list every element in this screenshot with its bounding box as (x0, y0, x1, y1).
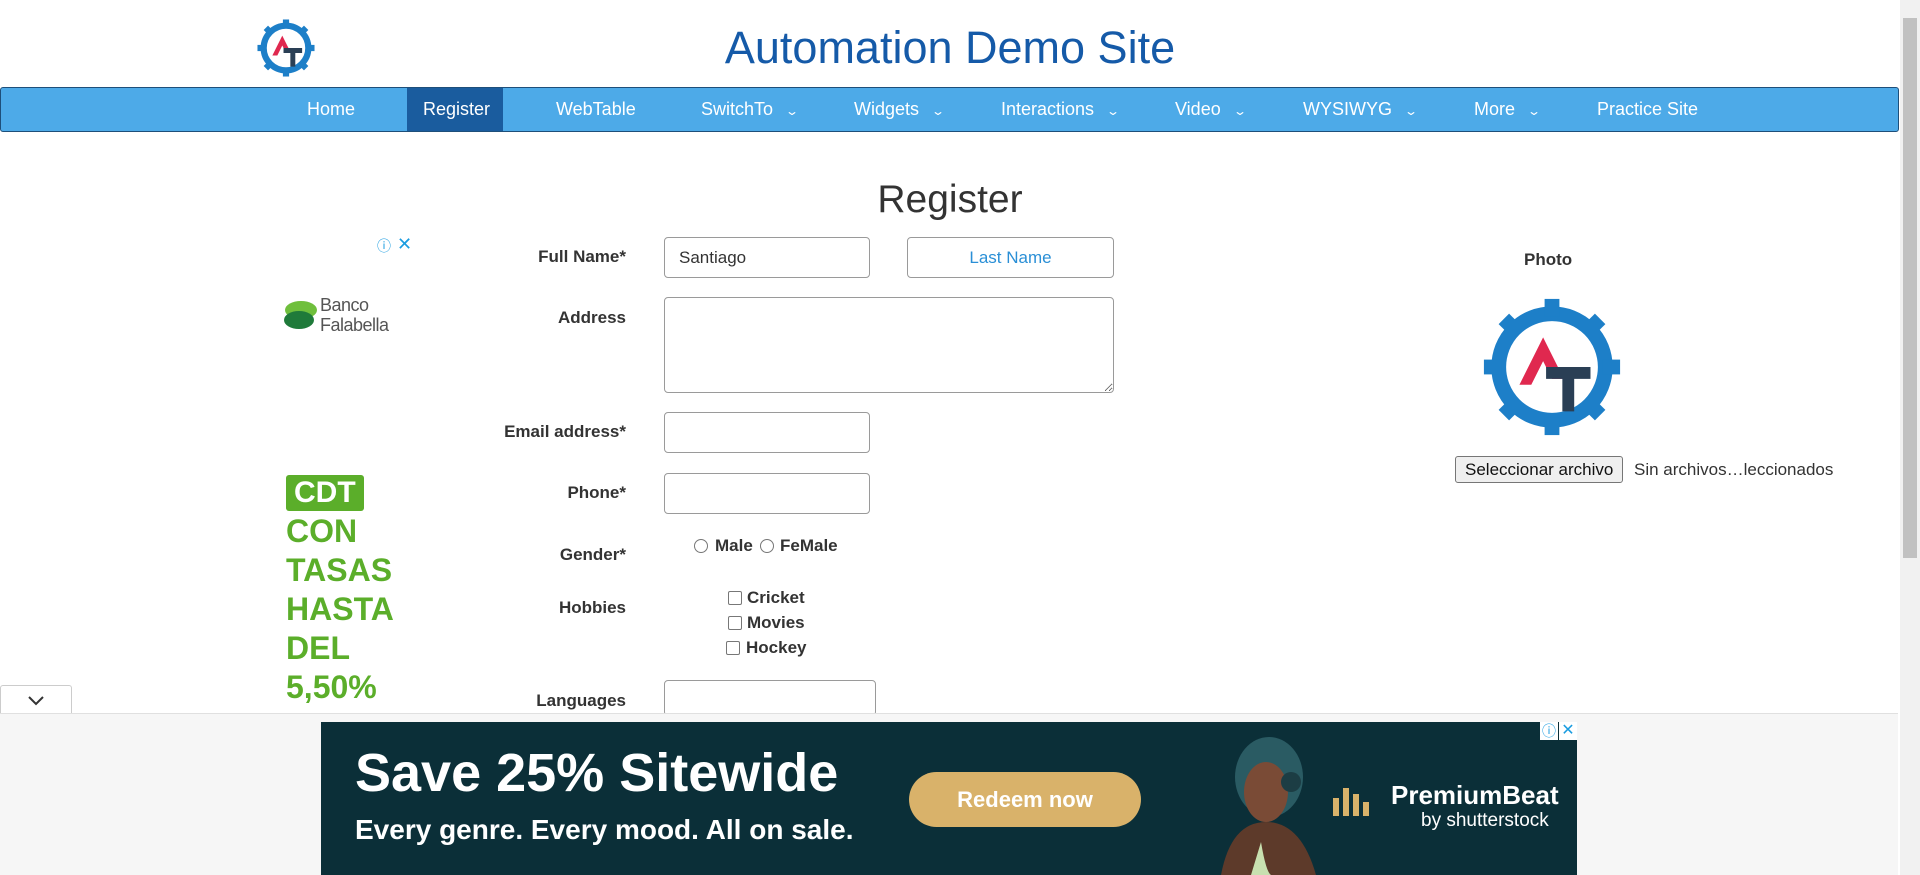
nav-switchto-label: SwitchTo (701, 99, 774, 119)
banner-info-icon[interactable]: ⓘ (1540, 722, 1558, 740)
nav-register[interactable]: Register (407, 88, 503, 131)
gender-male-radio[interactable] (694, 539, 708, 553)
site-title: Automation Demo Site (724, 22, 1176, 73)
bank-logo-icon (284, 301, 317, 329)
hobby-hockey-label[interactable]: Hockey (746, 638, 806, 658)
nav-webtable[interactable]: WebTable (540, 88, 652, 131)
phone-input[interactable] (664, 473, 870, 514)
gender-female-radio[interactable] (760, 539, 774, 553)
photo-preview-image (1483, 298, 1621, 436)
choose-file-button[interactable]: Seleccionar archivo (1455, 456, 1624, 483)
nav-practice-site[interactable]: Practice Site (1581, 88, 1714, 131)
chevron-down-icon: ⌄ (1527, 104, 1542, 118)
phone-label: Phone* (567, 483, 626, 502)
nav-practice-site-label: Practice Site (1597, 99, 1699, 119)
nav-more[interactable]: More ⌄ (1458, 88, 1555, 131)
ad-brand-sub: by shutterstock (1421, 810, 1549, 831)
main-navbar: Home Register WebTable SwitchTo ⌄ Widgets… (0, 87, 1899, 132)
nav-home-label: Home (307, 99, 356, 119)
chevron-down-icon (28, 696, 44, 706)
nav-switchto[interactable]: SwitchTo ⌄ (685, 88, 813, 131)
gender-male-label[interactable]: Male (715, 536, 753, 556)
nav-home[interactable]: Home (291, 88, 371, 131)
chevron-down-icon: ⌄ (1232, 104, 1247, 118)
chevron-down-icon: ⌄ (785, 104, 800, 118)
gender-female-label[interactable]: FeMale (780, 536, 838, 556)
hobby-hockey-checkbox[interactable] (726, 641, 740, 655)
file-status-text: Sin archivos…leccionados (1634, 460, 1834, 479)
languages-multiselect[interactable] (664, 680, 876, 716)
banner-close-icon[interactable]: ✕ (1559, 722, 1577, 740)
nav-webtable-label: WebTable (556, 99, 636, 119)
nav-widgets[interactable]: Widgets ⌄ (838, 88, 959, 131)
ad-headline: Save 25% Sitewide (355, 743, 839, 803)
address-label: Address (557, 308, 626, 327)
nav-video-label: Video (1175, 99, 1221, 119)
nav-interactions[interactable]: Interactions ⌄ (985, 88, 1134, 131)
hobby-movies-checkbox[interactable] (728, 616, 742, 630)
languages-label: Languages (536, 691, 626, 710)
nav-video[interactable]: Video ⌄ (1159, 88, 1261, 131)
scrollbar-thumb[interactable] (1903, 18, 1917, 558)
premiumbeat-logo-icon (1333, 788, 1369, 816)
nav-more-label: More (1474, 99, 1516, 119)
last-name-input[interactable] (907, 237, 1114, 278)
nav-interactions-label: Interactions (1001, 99, 1095, 119)
address-textarea[interactable] (664, 297, 1114, 393)
hobbies-label: Hobbies (558, 598, 626, 617)
hobby-cricket-checkbox[interactable] (728, 591, 742, 605)
ad-brand-name: PremiumBeat (1391, 780, 1559, 810)
hobby-movies-label[interactable]: Movies (747, 613, 805, 633)
ad-redeem-button[interactable]: Redeem now (909, 772, 1141, 827)
photo-label: Photo (1524, 250, 1573, 269)
email-input[interactable] (664, 412, 870, 453)
page-scrollbar[interactable] (1900, 0, 1920, 875)
ad-collapse-tab[interactable] (0, 685, 72, 713)
nav-register-label: Register (423, 99, 491, 119)
nav-wysiwyg-label: WYSIWYG (1303, 99, 1392, 119)
ad-subline: Every genre. Every mood. All on sale. (355, 814, 854, 845)
gender-label: Gender* (559, 545, 626, 564)
page-title: Register (877, 178, 1023, 221)
full-name-label: Full Name* (538, 247, 626, 266)
chevron-down-icon: ⌄ (1403, 104, 1419, 118)
nav-wysiwyg[interactable]: WYSIWYG ⌄ (1287, 88, 1432, 131)
nav-widgets-label: Widgets (854, 99, 920, 119)
email-label: Email address* (504, 422, 626, 441)
chevron-down-icon: ⌄ (1106, 104, 1121, 118)
first-name-input[interactable] (664, 237, 870, 278)
chevron-down-icon: ⌄ (931, 104, 946, 118)
bottom-ad-banner[interactable]: Save 25% Sitewide Every genre. Every moo… (321, 722, 1577, 875)
hobby-cricket-label[interactable]: Cricket (747, 588, 805, 608)
